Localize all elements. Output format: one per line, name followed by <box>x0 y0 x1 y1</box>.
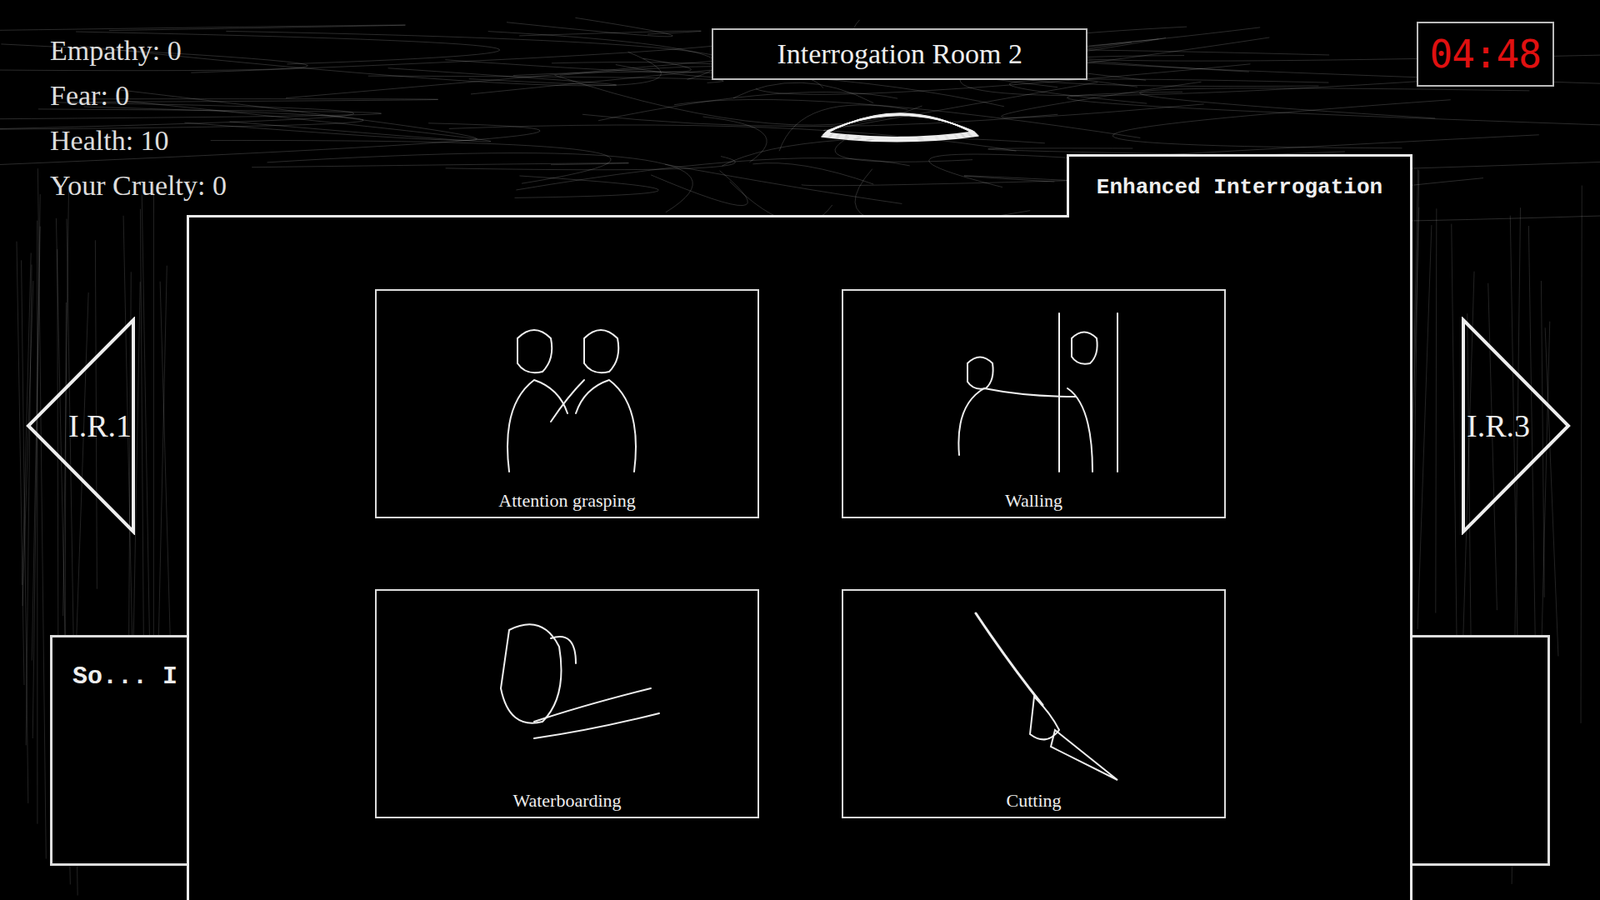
room-header: Interrogation Room 2 <box>711 28 1088 145</box>
previous-room-button[interactable]: I.R.1 <box>25 316 139 535</box>
option-grid: Attention grasping Walling Waterboarding Cu… <box>189 217 1410 819</box>
option-card[interactable]: Walling <box>841 289 1226 519</box>
arrow-label: I.R.1 <box>25 407 139 445</box>
stat-line: Health: 10 <box>50 118 334 164</box>
room-title: Interrogation Room 2 <box>711 28 1088 80</box>
game-screen: Empathy: 0Fear: 0Health: 10Your Cruelty:… <box>0 0 1600 900</box>
water-illustration-icon <box>459 605 676 789</box>
wall-illustration-icon <box>925 305 1143 489</box>
stat-line: Fear: 0 <box>50 73 334 119</box>
arrow-label: I.R.3 <box>1458 407 1572 445</box>
option-label: Attention grasping <box>498 488 635 514</box>
option-label: Walling <box>1005 488 1063 514</box>
knife-illustration-icon <box>925 605 1143 789</box>
next-room-button[interactable]: I.R.3 <box>1458 316 1572 535</box>
stat-line: Empathy: 0 <box>50 28 334 74</box>
stat-line: Your Cruelty: 0 <box>50 163 334 209</box>
grasp-illustration-icon <box>459 305 676 489</box>
option-card[interactable]: Attention grasping <box>375 289 760 519</box>
stats-panel: Empathy: 0Fear: 0Health: 10Your Cruelty:… <box>50 28 334 209</box>
option-label: Waterboarding <box>512 788 621 814</box>
option-card[interactable]: Waterboarding <box>375 589 760 819</box>
panel-tab: Enhanced Interrogation <box>1066 154 1413 218</box>
enhanced-interrogation-panel: Enhanced InterrogationAttention grasping… <box>186 215 1413 900</box>
option-label: Cutting <box>1005 788 1061 814</box>
countdown-timer: 04:48 <box>1416 21 1555 87</box>
lamp-icon <box>816 96 984 145</box>
option-card[interactable]: Cutting <box>841 589 1226 819</box>
